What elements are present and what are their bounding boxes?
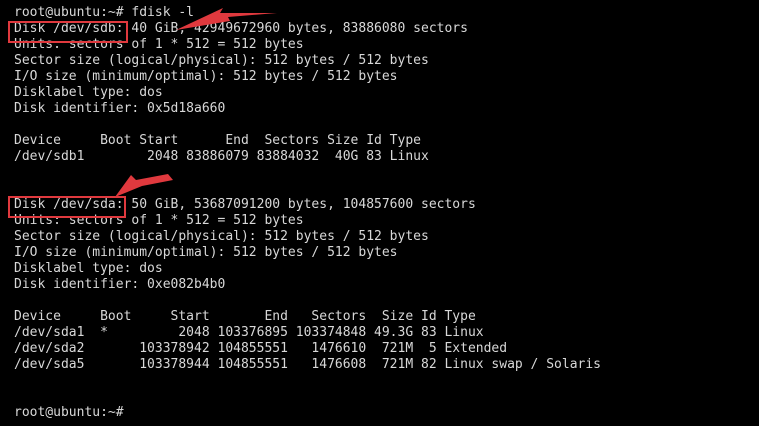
sda2-row: /dev/sda2 103378942 104855551 1476610 72… bbox=[14, 341, 508, 356]
sda-io-size: I/O size (minimum/optimal): 512 bytes / … bbox=[14, 245, 398, 260]
arrow-to-sda-icon bbox=[115, 174, 173, 197]
terminal-window[interactable]: root@ubuntu:~# fdisk -l Disk /dev/sdb: 4… bbox=[0, 0, 759, 426]
sda-sector-size: Sector size (logical/physical): 512 byte… bbox=[14, 229, 429, 244]
sda5-row: /dev/sda5 103378944 104855551 1476608 72… bbox=[14, 357, 601, 372]
shell-command-line: root@ubuntu:~# fdisk -l bbox=[14, 5, 195, 20]
sda-disklabel: Disklabel type: dos bbox=[14, 261, 163, 276]
sda-identifier: Disk identifier: 0xe082b4b0 bbox=[14, 277, 226, 292]
sdb1-row: /dev/sdb1 2048 83886079 83884032 40G 83 … bbox=[14, 149, 429, 164]
sda-table-header: Device Boot Start End Sectors Size Id Ty… bbox=[14, 309, 476, 324]
sdb-disklabel: Disklabel type: dos bbox=[14, 85, 163, 100]
highlight-box-sdb bbox=[8, 21, 128, 43]
highlight-box-sda bbox=[8, 196, 126, 218]
sda1-row: /dev/sda1 * 2048 103376895 103374848 49.… bbox=[14, 325, 484, 340]
sdb-io-size: I/O size (minimum/optimal): 512 bytes / … bbox=[14, 69, 398, 84]
sdb-identifier: Disk identifier: 0x5d18a660 bbox=[14, 101, 226, 116]
sdb-sector-size: Sector size (logical/physical): 512 byte… bbox=[14, 53, 429, 68]
shell-prompt-line: root@ubuntu:~# bbox=[14, 405, 124, 420]
sdb-table-header: Device Boot Start End Sectors Size Id Ty… bbox=[14, 133, 421, 148]
